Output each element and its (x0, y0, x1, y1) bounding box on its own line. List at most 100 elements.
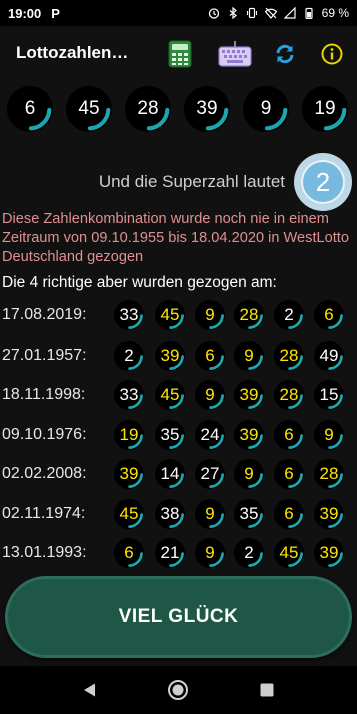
number-ball: 6 (314, 300, 344, 330)
number-ball: 9 (234, 459, 264, 489)
ball-number: 45 (160, 385, 180, 404)
nav-recents-button[interactable] (255, 678, 279, 702)
number-ball: 9 (234, 341, 264, 371)
ball-number: 39 (319, 543, 339, 562)
number-ball: 39 (234, 420, 264, 450)
keyboard-button[interactable] (216, 38, 254, 70)
number-ball: 6 (7, 86, 53, 132)
ball-number: 33 (119, 305, 139, 324)
number-ball: 39 (155, 341, 185, 371)
number-ball: 45 (274, 538, 304, 568)
number-ball: 28 (274, 380, 304, 410)
nav-home-button[interactable] (166, 678, 190, 702)
ball-number: 28 (239, 305, 259, 324)
ball-number: 6 (205, 346, 215, 365)
alarm-icon (208, 8, 219, 19)
status-bar: 19:00 P 69 % (0, 0, 357, 26)
number-ball: 21 (155, 538, 185, 568)
ball-number: 45 (279, 543, 299, 562)
number-ball: 19 (302, 86, 348, 132)
number-ball: 6 (274, 420, 304, 450)
number-ball: 2 (274, 300, 304, 330)
battery-percent: 69 % (321, 6, 349, 20)
ball-number: 6 (24, 98, 36, 119)
ball-number: 39 (119, 464, 139, 483)
ball-number: 33 (119, 385, 139, 404)
number-ball: 35 (234, 499, 264, 529)
ball-number: 21 (160, 543, 180, 562)
info-message: Diese Zahlenkombination wurde noch nie i… (2, 211, 349, 265)
status-time: 19:00 (8, 5, 42, 21)
back-triangle-icon (84, 683, 95, 697)
number-ball: 28 (274, 341, 304, 371)
info-button[interactable] (316, 38, 348, 70)
draw-date: 17.08.2019: (2, 306, 87, 323)
number-ball: 14 (155, 459, 185, 489)
ball-number: 28 (279, 346, 299, 365)
ball-number: 39 (239, 425, 259, 444)
info-icon (321, 43, 343, 65)
number-ball: 9 (195, 538, 225, 568)
calculator-icon (168, 40, 192, 68)
battery-icon (305, 7, 313, 19)
wifi-off-icon (264, 7, 277, 19)
draw-date: 02.02.2008: (2, 465, 87, 482)
recents-square-icon (260, 683, 274, 697)
parking-app-icon: P (51, 5, 60, 21)
ball-number: 39 (319, 504, 339, 523)
ball-number: 19 (314, 98, 336, 119)
ball-number: 6 (284, 464, 294, 483)
ball-number: 28 (137, 98, 159, 119)
ball-number: 9 (244, 464, 254, 483)
ball-number: 39 (196, 98, 218, 119)
number-ball: 45 (155, 300, 185, 330)
app-bar: Lottozahlen… (0, 26, 357, 82)
ball-number: 14 (160, 464, 180, 483)
number-ball: 28 (125, 86, 171, 132)
number-ball: 45 (66, 86, 112, 132)
ball-number: 9 (205, 504, 215, 523)
system-nav-bar (0, 666, 357, 714)
number-ball: 9 (314, 420, 344, 450)
calculator-button[interactable] (164, 38, 196, 70)
number-ball: 19 (114, 420, 144, 450)
ball-number: 9 (205, 305, 215, 324)
number-ball: 9 (195, 499, 225, 529)
number-ball: 15 (314, 380, 344, 410)
ball-number: 39 (239, 385, 259, 404)
ball-number: 6 (284, 425, 294, 444)
number-ball: 49 (314, 341, 344, 371)
number-ball: 33 (114, 380, 144, 410)
number-ball: 2 (114, 341, 144, 371)
refresh-icon (276, 44, 294, 64)
ball-number: 9 (205, 385, 215, 404)
ball-number: 35 (239, 504, 259, 523)
number-ball: 9 (195, 300, 225, 330)
nav-back-button[interactable] (78, 678, 102, 702)
ball-number: 2 (124, 346, 134, 365)
superzahl-label: Und die Superzahl lautet (98, 172, 285, 191)
home-circle-icon (168, 680, 188, 700)
number-ball: 39 (184, 86, 230, 132)
viel-glueck-button[interactable]: VIEL GLÜCK (5, 576, 352, 658)
keyboard-icon (218, 41, 252, 67)
signal-icon (283, 7, 296, 19)
ball-number: 9 (205, 543, 215, 562)
refresh-button[interactable] (269, 38, 301, 70)
ball-number: 6 (324, 305, 334, 324)
draw-date: 09.10.1976: (2, 426, 87, 443)
ball-number: 28 (319, 464, 339, 483)
number-ball: 6 (195, 341, 225, 371)
number-ball: 39 (314, 499, 344, 529)
number-ball: 9 (195, 380, 225, 410)
ball-number: 24 (200, 425, 220, 444)
ball-number: 2 (244, 543, 254, 562)
ball-number: 45 (78, 98, 100, 119)
vibrate-icon (246, 7, 257, 19)
draw-date: 18.11.1998: (2, 386, 86, 403)
number-ball: 39 (314, 538, 344, 568)
number-ball: 33 (114, 300, 144, 330)
draw-date: 13.01.1993: (2, 544, 87, 561)
app-title: Lottozahlen… (16, 43, 129, 62)
number-ball: 39 (234, 380, 264, 410)
